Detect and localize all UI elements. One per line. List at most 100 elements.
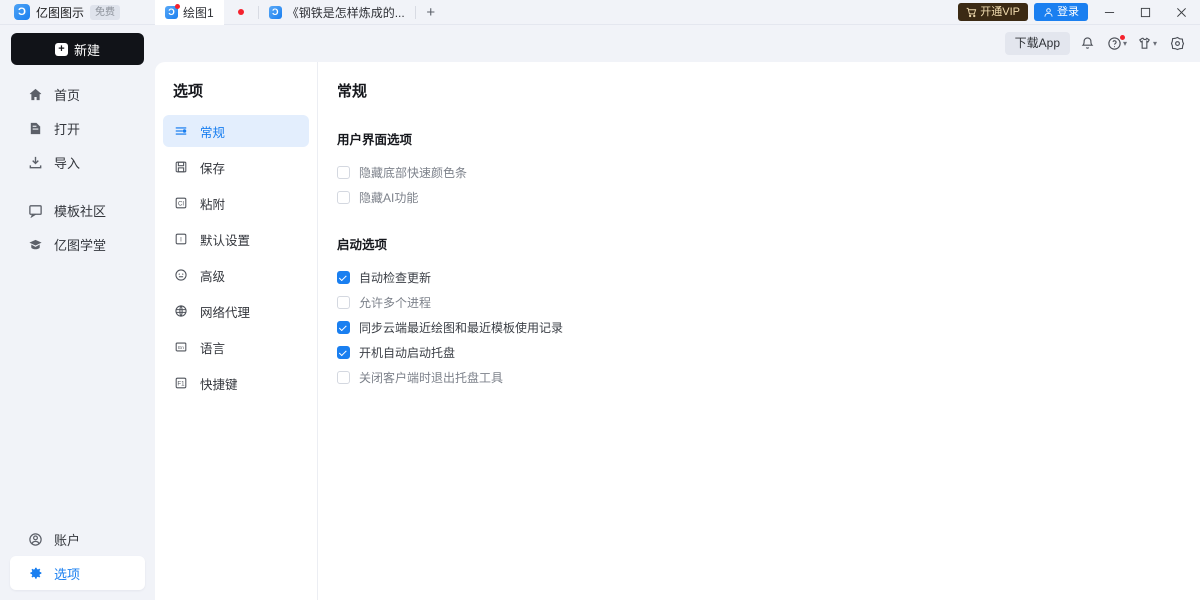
- checkbox-label: 关闭客户端时退出托盘工具: [359, 369, 503, 386]
- import-icon: [28, 155, 43, 170]
- options-title: 选项: [155, 80, 317, 101]
- sidebar-item-label: 模板社区: [54, 201, 106, 220]
- checkbox-row-exit-tray-on-close[interactable]: 关闭客户端时退出托盘工具: [337, 365, 1200, 390]
- checkbox-icon[interactable]: [337, 271, 350, 284]
- option-item-snap[interactable]: CI 粘附: [163, 187, 309, 219]
- section-title: 用户界面选项: [337, 129, 1200, 148]
- sidebar-item-label: 选项: [54, 564, 80, 583]
- option-item-language[interactable]: En 语言: [163, 331, 309, 363]
- app-logo-icon: Ɔ: [14, 4, 30, 20]
- options-panel: 选项 常规 保存 CI 粘附 I: [155, 62, 1200, 600]
- checkbox-icon[interactable]: [337, 371, 350, 384]
- proxy-icon: [173, 303, 189, 319]
- chevron-down-icon: ▾: [1123, 39, 1127, 48]
- tab-steel-book[interactable]: Ɔ 《钢铁是怎样炼成的...: [259, 0, 415, 25]
- option-item-label: 保存: [200, 158, 225, 177]
- sidebar-item-open[interactable]: 打开: [10, 111, 145, 145]
- folder-open-icon: [28, 121, 43, 136]
- svg-text:I: I: [180, 237, 182, 244]
- theme-icon[interactable]: ▾: [1134, 31, 1160, 57]
- section-title: 启动选项: [337, 234, 1200, 253]
- checkbox-icon[interactable]: [337, 321, 350, 334]
- sidebar-item-label: 导入: [54, 153, 80, 172]
- section-startup-options: 启动选项 自动检查更新 允许多个进程 同步云端最近绘图和最近模板使用记录 开机自…: [337, 234, 1200, 390]
- close-button[interactable]: [1166, 0, 1196, 25]
- option-item-label: 高级: [200, 266, 225, 285]
- sidebar-item-home[interactable]: 首页: [10, 77, 145, 111]
- option-item-label: 快捷键: [200, 374, 238, 393]
- sliders-icon: [173, 123, 189, 139]
- checkbox-icon[interactable]: [337, 346, 350, 359]
- checkbox-row-multi-process[interactable]: 允许多个进程: [337, 290, 1200, 315]
- upgrade-vip-button[interactable]: 开通VIP: [958, 3, 1028, 21]
- svg-text:CI: CI: [178, 201, 184, 208]
- option-item-shortcuts[interactable]: F1 快捷键: [163, 367, 309, 399]
- option-item-label: 粘附: [200, 194, 225, 213]
- sidebar-item-label: 打开: [54, 119, 80, 138]
- tab-label: 绘图1: [183, 4, 214, 21]
- login-button[interactable]: 登录: [1034, 3, 1088, 21]
- user-icon: [1043, 7, 1054, 18]
- chevron-down-icon: ▾: [1153, 39, 1157, 48]
- tab-label: 《钢铁是怎样炼成的...: [287, 4, 405, 21]
- plus-icon: +: [55, 43, 68, 56]
- utility-toolbar: 下载App ▾ ▾: [155, 25, 1200, 62]
- community-icon: [28, 203, 43, 218]
- tab-drawing-1[interactable]: Ɔ 绘图1: [155, 0, 224, 25]
- option-item-default-settings[interactable]: I 默认设置: [163, 223, 309, 255]
- new-document-button[interactable]: + 新建: [11, 33, 144, 65]
- checkbox-label: 隐藏AI功能: [359, 189, 418, 206]
- checkbox-row-cloud-sync[interactable]: 同步云端最近绘图和最近模板使用记录: [337, 315, 1200, 340]
- section-ui-options: 用户界面选项 隐藏底部快速颜色条 隐藏AI功能: [337, 129, 1200, 210]
- checkbox-row-autostart-tray[interactable]: 开机自动启动托盘: [337, 340, 1200, 365]
- checkbox-label: 同步云端最近绘图和最近模板使用记录: [359, 319, 563, 336]
- checkbox-label: 隐藏底部快速颜色条: [359, 164, 467, 181]
- new-tab-button[interactable]: +: [416, 0, 446, 25]
- checkbox-row-hide-color-bar[interactable]: 隐藏底部快速颜色条: [337, 160, 1200, 185]
- gear-icon: [28, 566, 43, 581]
- option-item-advanced[interactable]: 高级: [163, 259, 309, 291]
- settings-icon[interactable]: [1164, 31, 1190, 57]
- login-label: 登录: [1057, 7, 1079, 18]
- options-detail-pane: 常规 用户界面选项 隐藏底部快速颜色条 隐藏AI功能 启动选项 自动检查更新: [319, 62, 1200, 600]
- download-app-button[interactable]: 下载App: [1005, 32, 1070, 54]
- brand: Ɔ 亿图图示 免费: [0, 4, 155, 21]
- checkbox-icon[interactable]: [337, 191, 350, 204]
- option-item-general[interactable]: 常规: [163, 115, 309, 147]
- sidebar-item-label: 亿图学堂: [54, 235, 106, 254]
- default-settings-icon: I: [173, 231, 189, 247]
- checkbox-label: 允许多个进程: [359, 294, 431, 311]
- application-window: Ɔ 亿图图示 免费 Ɔ 绘图1 Ɔ 《钢铁是怎样炼成的... +: [0, 0, 1200, 600]
- minimize-button[interactable]: [1094, 0, 1124, 25]
- checkbox-icon[interactable]: [337, 296, 350, 309]
- maximize-button[interactable]: [1130, 0, 1160, 25]
- account-icon: [28, 532, 43, 547]
- checkbox-label: 开机自动启动托盘: [359, 344, 455, 361]
- help-notification-dot: [1120, 35, 1125, 40]
- left-sidebar: + 新建 首页 打开 导入: [0, 25, 155, 600]
- option-item-label: 常规: [200, 122, 225, 141]
- sidebar-item-label: 账户: [54, 530, 80, 549]
- svg-text:F1: F1: [177, 381, 185, 388]
- sidebar-item-options[interactable]: 选项: [10, 556, 145, 590]
- sidebar-item-template-community[interactable]: 模板社区: [10, 193, 145, 227]
- sidebar-item-account[interactable]: 账户: [10, 522, 145, 556]
- sidebar-item-label: 首页: [54, 85, 80, 104]
- checkbox-icon[interactable]: [337, 166, 350, 179]
- shortcut-icon: F1: [173, 375, 189, 391]
- page-title: 常规: [337, 80, 1200, 101]
- sidebar-item-import[interactable]: 导入: [10, 145, 145, 179]
- checkbox-row-auto-update[interactable]: 自动检查更新: [337, 265, 1200, 290]
- bell-icon[interactable]: [1074, 31, 1100, 57]
- option-item-save[interactable]: 保存: [163, 151, 309, 183]
- sidebar-bottom-nav: 账户 选项: [0, 522, 155, 600]
- help-icon[interactable]: ▾: [1104, 31, 1130, 57]
- tab-badge-dot: [175, 4, 180, 9]
- window-right-controls: 开通VIP 登录: [958, 0, 1200, 25]
- sidebar-item-academy[interactable]: 亿图学堂: [10, 227, 145, 261]
- option-item-network-proxy[interactable]: 网络代理: [163, 295, 309, 327]
- upgrade-vip-label: 开通VIP: [980, 7, 1020, 18]
- title-bar: Ɔ 亿图图示 免费 Ɔ 绘图1 Ɔ 《钢铁是怎样炼成的... +: [0, 0, 1200, 25]
- checkbox-row-hide-ai[interactable]: 隐藏AI功能: [337, 185, 1200, 210]
- advanced-icon: [173, 267, 189, 283]
